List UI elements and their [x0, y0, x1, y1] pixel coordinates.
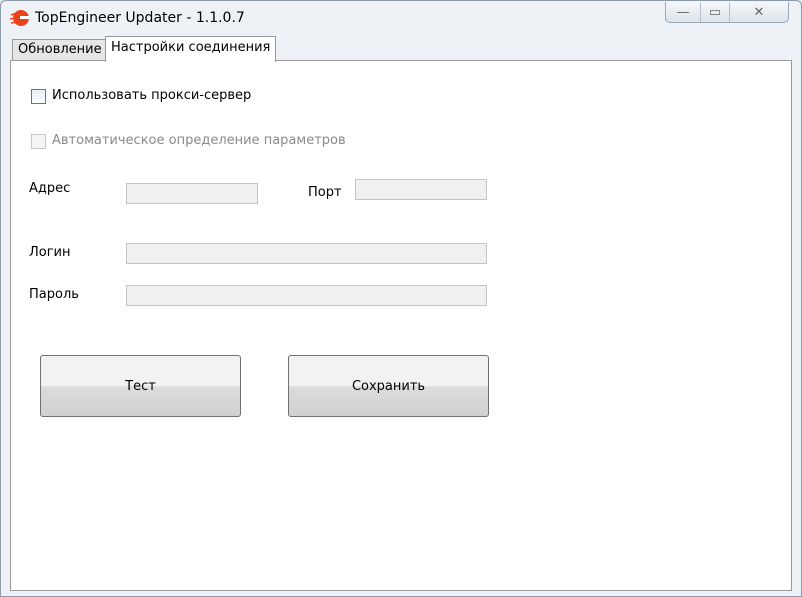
address-label: Адрес [29, 181, 71, 196]
port-label: Порт [308, 185, 342, 200]
app-logo-icon [9, 10, 29, 26]
use-proxy-checkbox[interactable] [31, 89, 46, 104]
auto-detect-label: Автоматическое определение параметров [52, 133, 346, 148]
port-input[interactable] [355, 179, 487, 200]
password-label: Пароль [29, 287, 79, 302]
window-controls: — ▭ ✕ [665, 2, 789, 23]
maximize-button[interactable]: ▭ [701, 2, 730, 22]
window-title: TopEngineer Updater - 1.1.0.7 [35, 10, 245, 26]
tab-connection-settings[interactable]: Настройки соединения [105, 36, 277, 62]
minimize-button[interactable]: — [666, 2, 701, 22]
auto-detect-checkbox[interactable] [31, 134, 46, 149]
address-input[interactable] [126, 183, 258, 204]
use-proxy-label: Использовать прокси-сервер [52, 88, 252, 103]
login-input[interactable] [126, 243, 487, 264]
connection-settings-panel: Использовать прокси-сервер Автоматическо… [10, 60, 792, 591]
tab-update[interactable]: Обновление [12, 39, 108, 61]
test-button[interactable]: Тест [40, 355, 241, 417]
close-button[interactable]: ✕ [730, 2, 788, 22]
password-input[interactable] [126, 285, 487, 306]
app-window: TopEngineer Updater - 1.1.0.7 — ▭ ✕ Обно… [0, 0, 802, 597]
save-button[interactable]: Сохранить [288, 355, 489, 417]
login-label: Логин [29, 245, 71, 260]
